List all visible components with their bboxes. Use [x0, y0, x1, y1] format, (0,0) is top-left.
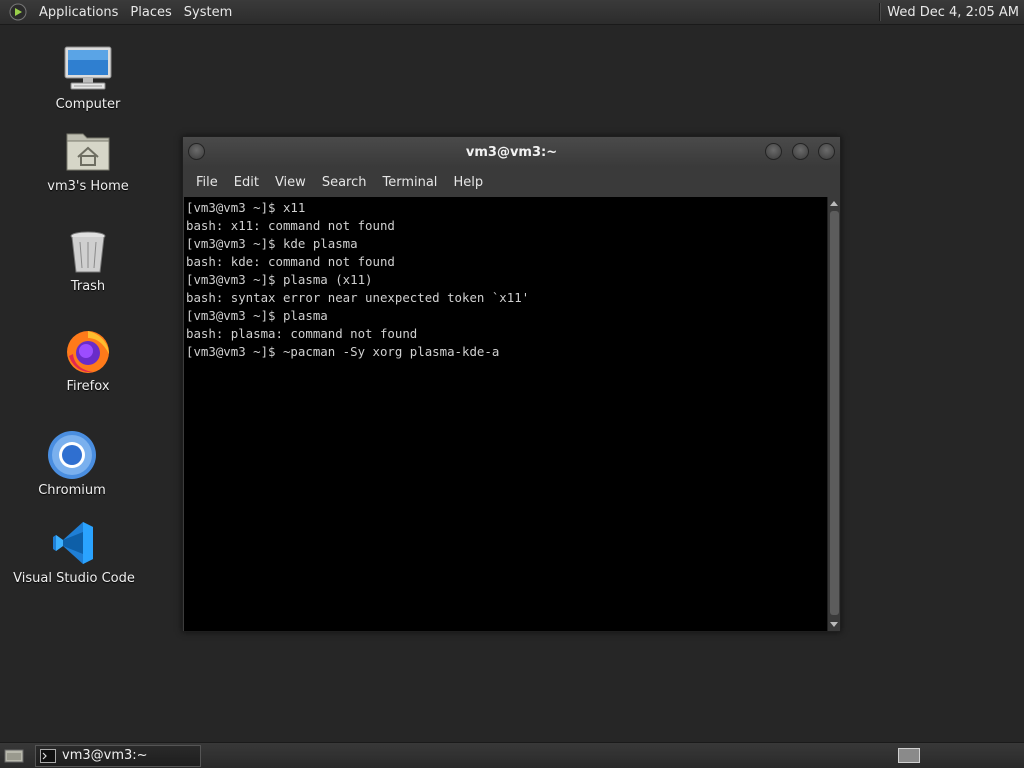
scroll-thumb[interactable] [830, 211, 839, 615]
desktop-icon-label: Trash [70, 279, 106, 294]
bottom-panel: vm3@vm3:~ [0, 742, 1024, 768]
desktop-icon-label: Computer [55, 97, 121, 112]
chromium-icon [47, 430, 97, 480]
clock[interactable]: Wed Dec 4, 2:05 AM [887, 5, 1019, 20]
terminal-line: [vm3@vm3 ~]$ kde plasma [186, 236, 358, 251]
maximize-button[interactable] [792, 143, 809, 160]
menu-terminal[interactable]: Terminal [374, 175, 445, 190]
taskbar-button-label: vm3@vm3:~ [62, 748, 148, 763]
vscode-icon [49, 518, 99, 568]
terminal-line: bash: x11: command not found [186, 218, 395, 233]
terminal-line: [vm3@vm3 ~]$ plasma [186, 308, 328, 323]
top-panel: Applications Places System Wed Dec 4, 2:… [0, 0, 1024, 25]
desktop-icon-vscode[interactable]: Visual Studio Code [13, 518, 135, 586]
applications-logo-icon[interactable] [8, 2, 28, 22]
menu-help[interactable]: Help [445, 175, 491, 190]
desktop-icon-label: Visual Studio Code [13, 571, 135, 586]
menu-file[interactable]: File [188, 175, 226, 190]
terminal-line: [vm3@vm3 ~]$ plasma (x11) [186, 272, 373, 287]
computer-icon [63, 44, 113, 94]
close-button[interactable] [818, 143, 835, 160]
panel-separator [879, 3, 882, 21]
scroll-up-icon[interactable] [830, 201, 838, 206]
menu-search[interactable]: Search [314, 175, 375, 190]
workspace-switcher[interactable] [898, 748, 920, 763]
desktop-icon-label: vm3's Home [47, 179, 129, 194]
terminal-output[interactable]: [vm3@vm3 ~]$ x11 bash: x11: command not f… [184, 197, 827, 631]
window-titlebar[interactable]: vm3@vm3:~ [183, 137, 840, 167]
window-menu-button[interactable] [188, 143, 205, 160]
terminal-line: bash: kde: command not found [186, 254, 395, 269]
desktop-icon-chromium[interactable]: Chromium [12, 430, 132, 498]
show-desktop-icon[interactable] [3, 747, 25, 765]
terminal-line: bash: syntax error near unexpected token… [186, 290, 530, 305]
desktop-icon-home[interactable]: vm3's Home [28, 126, 148, 194]
trash-icon [63, 226, 113, 276]
taskbar-button-terminal[interactable]: vm3@vm3:~ [35, 744, 201, 767]
desktop-icon-label: Firefox [66, 379, 110, 394]
desktop-icon-computer[interactable]: Computer [28, 44, 148, 112]
terminal-scrollbar[interactable] [827, 197, 840, 631]
terminal-line: [vm3@vm3 ~]$ x11 [186, 200, 306, 215]
firefox-icon [63, 326, 113, 376]
terminal-line: bash: plasma: command not found [186, 326, 418, 341]
minimize-button[interactable] [765, 143, 782, 160]
terminal-line: [vm3@vm3 ~]$ ~pacman -Sy xorg plasma-kde… [186, 344, 500, 359]
applications-menu[interactable]: Applications [33, 0, 124, 25]
system-menu[interactable]: System [178, 0, 238, 25]
terminal-icon [40, 748, 56, 763]
desktop-icon-trash[interactable]: Trash [28, 226, 148, 294]
desktop-icon-label: Chromium [38, 483, 106, 498]
desktop-icon-firefox[interactable]: Firefox [28, 326, 148, 394]
places-menu[interactable]: Places [124, 0, 177, 25]
menu-view[interactable]: View [267, 175, 314, 190]
terminal-window[interactable]: vm3@vm3:~ File Edit View Search Terminal… [182, 136, 841, 632]
menu-edit[interactable]: Edit [226, 175, 267, 190]
terminal-menubar: File Edit View Search Terminal Help [183, 167, 840, 197]
scroll-down-icon[interactable] [830, 622, 838, 627]
window-title: vm3@vm3:~ [465, 144, 558, 160]
home-folder-icon [63, 126, 113, 176]
